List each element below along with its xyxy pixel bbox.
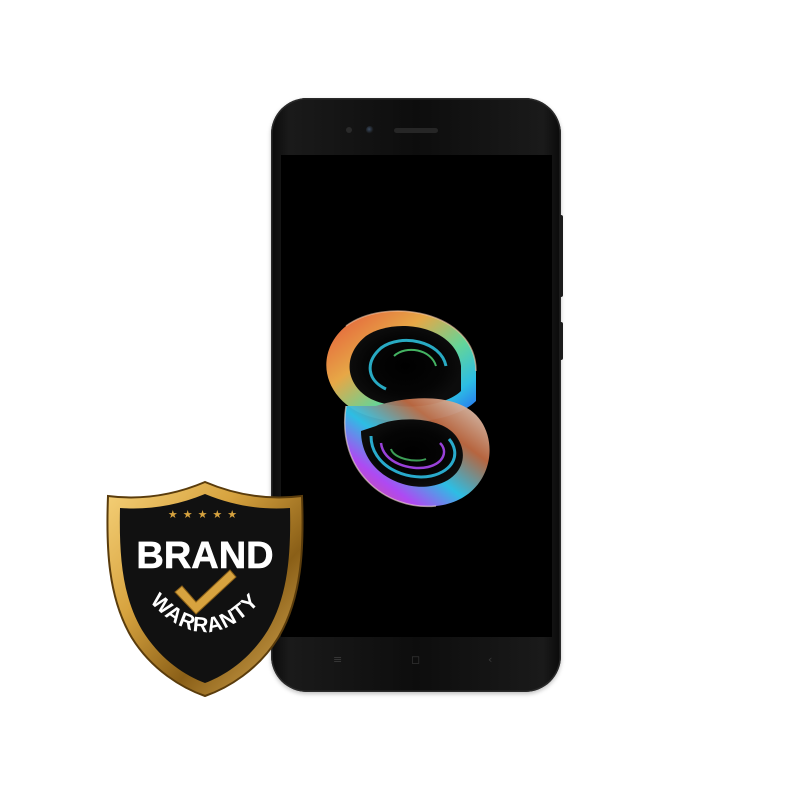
brand-warranty-badge: ★★★★★ BRAND WARRANTY [106, 480, 304, 698]
front-camera [366, 126, 374, 134]
back-key-icon: ‹ [488, 653, 493, 666]
swirl-s-logo-icon [326, 310, 490, 508]
badge-title: BRAND [136, 535, 273, 577]
home-key-icon: ◻ [411, 653, 421, 666]
volume-button [559, 215, 563, 297]
menu-key-icon: ≡ [333, 653, 343, 666]
power-button [559, 322, 563, 360]
earpiece-speaker [394, 128, 438, 133]
front-sensor [346, 127, 352, 133]
rating-stars: ★★★★★ [168, 508, 242, 521]
phone-screen [281, 155, 552, 637]
product-image: ≡ ◻ ‹ ★★★★★ BRAND WARRANTY [0, 0, 800, 800]
